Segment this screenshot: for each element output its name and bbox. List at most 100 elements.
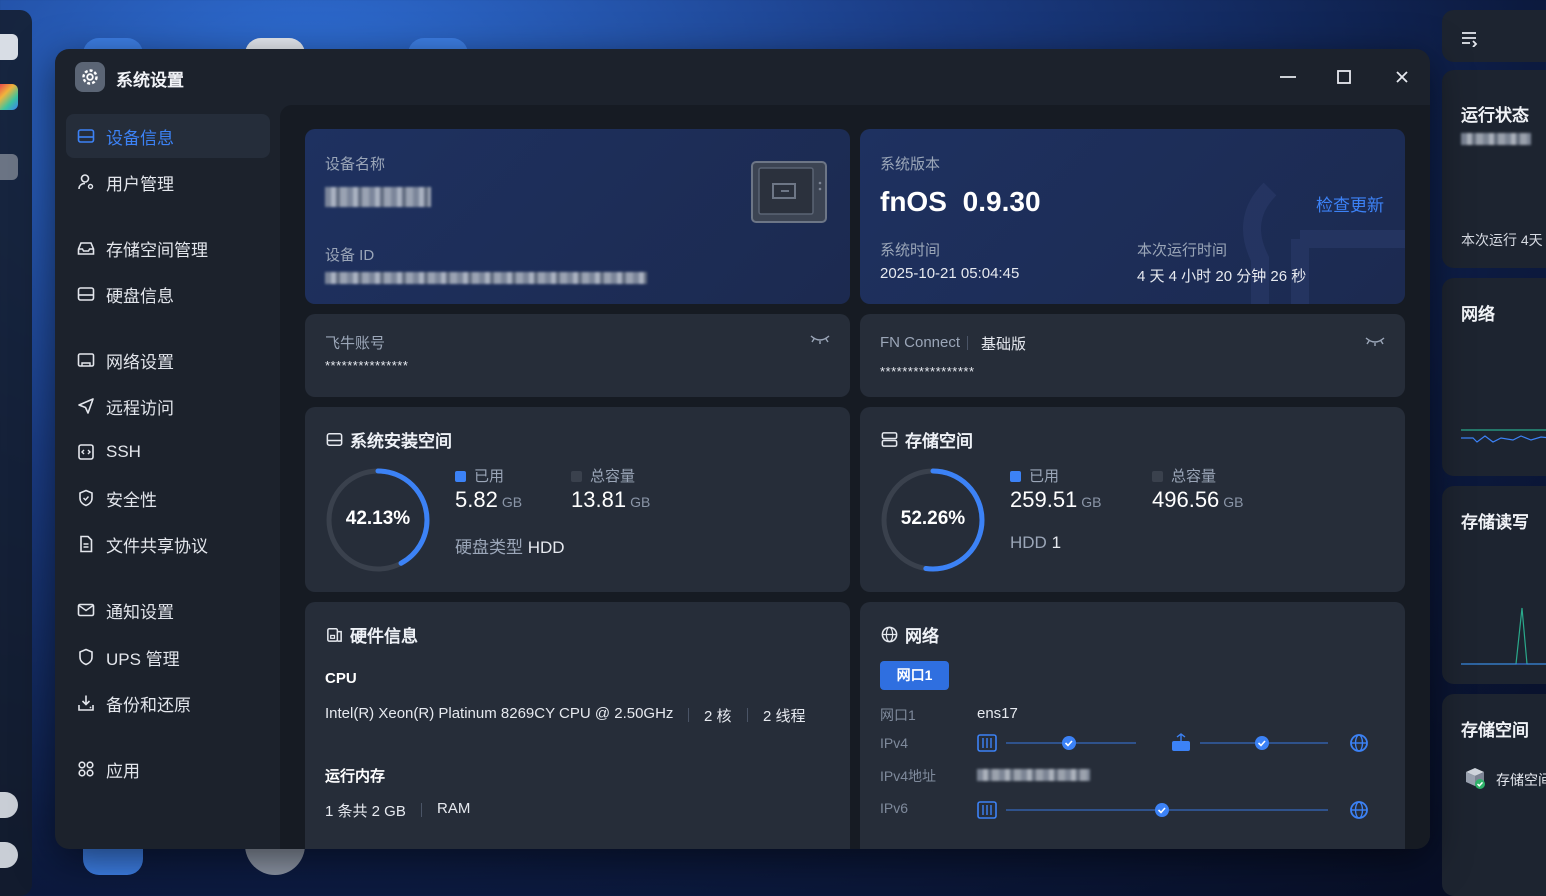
close-button[interactable] [1388,63,1416,91]
device-card: 设备名称 设备 ID [305,129,850,304]
ipv6-topology [977,801,1368,819]
sidebar: 设备信息 用户管理 存储空间管理 硬盘信息 网络设置 远程访问 SSH 安全性 [55,105,280,849]
os-name: fnOS 0.9.30 [880,186,1041,218]
title-bar[interactable]: 系统设置 [55,49,1430,105]
dock-app-icon[interactable] [0,34,18,60]
widget-space-title: 存储空间 [1461,721,1529,740]
connect-card: FN Connect 基础版 ***************** [860,314,1405,397]
system-space-card: 系统安装空间 42.13% 已用 5.82 GB 总容量 13.81 GB 硬盘类型… [305,407,850,592]
user-icon [78,174,94,190]
ipv4-topology [977,733,1368,752]
widget-network[interactable]: 网络 [1442,278,1546,476]
ipv4-address-label: IPv4地址 [880,768,937,784]
menu-list-icon[interactable] [1461,31,1479,47]
sidebar-item-disks[interactable]: 硬盘信息 [66,272,270,316]
sidebar-item-backup[interactable]: 备份和还原 [66,681,270,725]
system-used-legend: 已用 [455,465,504,486]
total-number: 13.81 [571,487,627,512]
total-number: 496.56 [1152,487,1220,512]
widget-space[interactable]: 存储空间 存储空间 [1442,694,1546,896]
widget-menu[interactable] [1442,10,1546,62]
eye-closed-icon[interactable] [1365,336,1385,348]
mail-icon [77,603,95,617]
disk-type-value: HDD [527,538,565,557]
system-space-percent: 42.13% [345,508,411,529]
os-version: 0.9.30 [962,186,1041,217]
widget-network-title: 网络 [1461,305,1495,324]
total-label: 总容量 [590,468,636,485]
sidebar-item-label: 网络设置 [106,352,174,372]
dock-download-icon[interactable] [0,792,18,818]
sidebar-item-notifications[interactable]: 通知设置 [66,588,270,632]
minimize-icon [1280,76,1296,78]
sidebar-item-label: 安全性 [106,490,157,510]
dock-bell-icon[interactable] [0,842,18,868]
widget-io[interactable]: 存储读写 [1442,486,1546,684]
widget-status[interactable]: 运行状态 本次运行 4天 [1442,70,1546,268]
divider [688,708,689,722]
disk-count: 1 [1051,533,1062,552]
storage-pool-icon [1466,768,1485,789]
version-label: 系统版本 [880,156,941,173]
connect-masked: ***************** [880,364,975,379]
send-icon [78,398,94,414]
redacted-device-id [325,272,647,284]
sidebar-item-ups[interactable]: UPS 管理 [66,635,270,679]
sidebar-item-device-info[interactable]: 设备信息 [66,114,270,158]
maximize-button[interactable] [1330,63,1358,91]
sidebar-item-label: 存储空间管理 [106,240,208,260]
server-icon [881,432,898,447]
storage-total-value: 496.56 GB [1152,487,1244,513]
redacted-text [1461,133,1531,145]
sidebar-item-label: 用户管理 [106,174,174,194]
sidebar-item-label: 备份和还原 [106,695,191,715]
check-update-link[interactable]: 检查更新 [1316,191,1384,216]
storage-used-legend: 已用 [1010,465,1059,486]
network-sparkline [1461,429,1546,443]
sidebar-item-label: 硬盘信息 [106,286,174,306]
divider [967,336,968,350]
apps-icon [78,761,94,777]
account-card: 飞牛账号 *************** [305,314,850,397]
tab-port1[interactable]: 网口1 [880,661,949,690]
memory-value: 1 条共 2 GB [325,803,406,820]
sidebar-item-network[interactable]: 网络设置 [66,338,270,382]
sidebar-item-label: 文件共享协议 [106,536,208,556]
sidebar-item-remote-access[interactable]: 远程访问 [66,384,270,428]
total-color-dot [1152,471,1163,482]
sidebar-item-ssh[interactable]: SSH [66,430,270,474]
system-used-value: 5.82 GB [455,487,522,513]
storage-total-legend: 总容量 [1152,465,1216,486]
used-label: 已用 [1029,468,1060,485]
memory-type: RAM [437,800,471,817]
widget-uptime: 本次运行 4天 [1461,232,1543,248]
file-icon [80,535,93,553]
backup-icon [78,695,94,711]
storage-card: 存储空间 52.26% 已用 259.51 GB 总容量 496.56 GB HDD… [860,407,1405,592]
sidebar-item-apps[interactable]: 应用 [66,747,270,791]
minimize-button[interactable] [1274,63,1302,91]
sidebar-item-storage[interactable]: 存储空间管理 [66,226,270,270]
system-space-title: 系统安装空间 [325,427,452,452]
used-number: 259.51 [1010,487,1078,512]
dock-settings-icon[interactable] [0,154,18,180]
sidebar-item-security[interactable]: 安全性 [66,476,270,520]
dock-app-icon[interactable] [0,84,18,110]
sidebar-item-label: 应用 [106,761,140,781]
used-unit: GB [1081,494,1102,510]
sidebar-item-file-sharing[interactable]: 文件共享协议 [66,522,270,566]
account-label: 飞牛账号 [325,335,386,352]
uptime-value: 4 天 4 小时 20 分钟 26 秒 [1137,268,1307,285]
sidebar-item-label: 设备信息 [106,128,174,148]
redacted-device-name [325,187,431,207]
drive-icon [77,129,95,143]
eye-closed-icon[interactable] [810,334,830,346]
sidebar-item-users[interactable]: 用户管理 [66,160,270,204]
sidebar-item-label: 远程访问 [106,398,174,418]
widget-io-title: 存储读写 [1461,513,1529,532]
total-unit: GB [1223,494,1244,510]
storage-percent: 52.26% [900,508,966,529]
disk-icon [77,287,95,301]
hardware-title: 硬件信息 [325,622,418,647]
divider [747,708,748,722]
